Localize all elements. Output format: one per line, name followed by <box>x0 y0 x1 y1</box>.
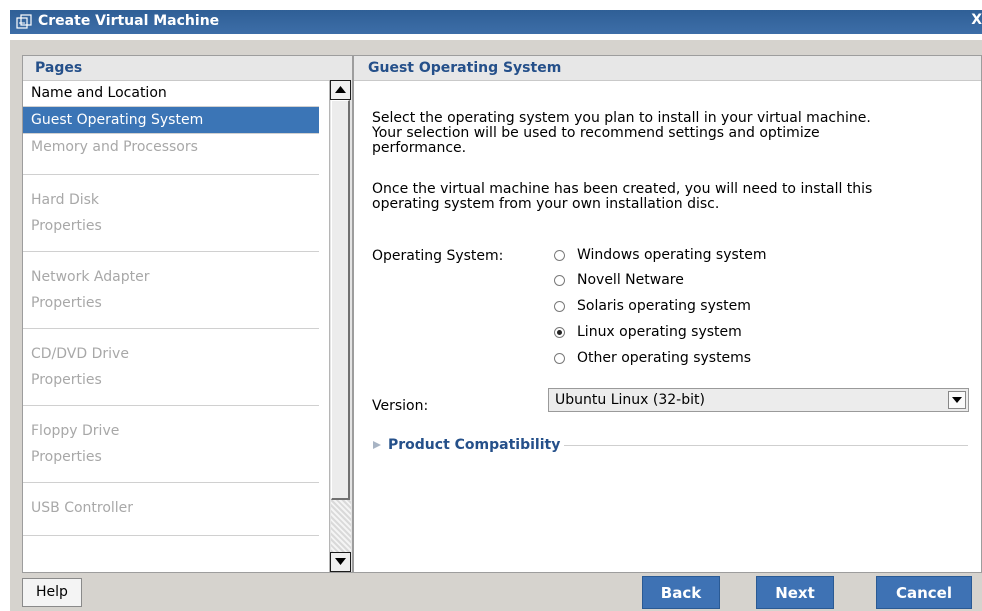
page-item-cd-dvd-drive: CD/DVD Drive Properties <box>23 329 319 406</box>
page-item-usb-controller: USB Controller <box>23 483 319 536</box>
product-compatibility-toggle[interactable]: Product Compatibility <box>372 436 968 454</box>
next-button[interactable]: Next <box>756 576 834 609</box>
page-item-floppy-drive: Floppy Drive Properties <box>23 406 319 483</box>
os-option-label: Novell Netware <box>577 272 684 288</box>
radio-button[interactable] <box>554 274 565 286</box>
radio-button-selected[interactable] <box>554 326 565 338</box>
title-bar: Create Virtual Machine X <box>0 0 982 40</box>
help-button[interactable]: Help <box>22 578 82 607</box>
divider <box>564 444 968 446</box>
page-item-label: Hard Disk <box>31 192 100 208</box>
cancel-button[interactable]: Cancel <box>876 576 972 609</box>
page-item-label: USB Controller <box>31 500 134 516</box>
version-select[interactable]: Ubuntu Linux (32-bit) <box>548 388 969 412</box>
page-item-hard-disk: Hard Disk Properties <box>23 175 319 252</box>
os-option-label: Solaris operating system <box>577 298 751 314</box>
chevron-up-icon <box>335 86 346 93</box>
page-item-label: Memory and Processors <box>31 139 198 155</box>
expand-arrow-icon <box>373 441 381 449</box>
radio-button[interactable] <box>554 249 565 261</box>
os-option-netware[interactable]: Novell Netware <box>554 270 684 290</box>
page-item-label: Name and Location <box>31 85 167 101</box>
page-item-memory-processors: Memory and Processors <box>23 134 319 175</box>
version-label: Version: <box>372 398 429 414</box>
title-bar-strip: Create Virtual Machine X <box>10 10 982 34</box>
os-option-linux[interactable]: Linux operating system <box>554 322 742 342</box>
guest-os-panel: Guest Operating System Select the operat… <box>353 55 982 573</box>
os-option-label: Windows operating system <box>577 247 767 263</box>
dropdown-button[interactable] <box>948 391 966 409</box>
version-value: Ubuntu Linux (32-bit) <box>555 392 705 408</box>
window-title: Create Virtual Machine <box>38 13 220 29</box>
scroll-up-button[interactable] <box>330 80 351 100</box>
back-button[interactable]: Back <box>642 576 720 609</box>
radio-button[interactable] <box>554 352 565 364</box>
page-item-guest-os[interactable]: Guest Operating System <box>23 107 319 134</box>
page-item-label: Network Adapter <box>31 269 150 285</box>
panel-header: Guest Operating System <box>354 56 981 81</box>
page-item-sublabel: Properties <box>31 372 102 388</box>
os-option-label: Other operating systems <box>577 350 752 366</box>
page-item-network-adapter: Network Adapter Properties <box>23 252 319 329</box>
scroll-track[interactable] <box>331 500 351 552</box>
close-button[interactable]: X <box>971 12 982 28</box>
page-item-label: Floppy Drive <box>31 423 120 439</box>
radio-button[interactable] <box>554 300 565 312</box>
dialog-body: Pages Name and Location Guest Operating … <box>10 40 982 611</box>
page-item-label: Guest Operating System <box>31 112 204 128</box>
note-line: operating system from your own installat… <box>372 196 720 212</box>
os-label: Operating System: <box>372 248 504 264</box>
page-item-sublabel: Properties <box>31 218 102 234</box>
os-option-windows[interactable]: Windows operating system <box>554 245 767 265</box>
chevron-down-icon <box>952 397 962 403</box>
os-option-other[interactable]: Other operating systems <box>554 348 751 368</box>
note-line: Once the virtual machine has been create… <box>372 181 873 197</box>
page-item-sublabel: Properties <box>31 449 102 465</box>
product-compatibility-label: Product Compatibility <box>388 437 561 453</box>
pages-scrollbar[interactable] <box>329 80 352 572</box>
page-item-sublabel: Properties <box>31 295 102 311</box>
intro-line: Select the operating system you plan to … <box>372 110 871 126</box>
intro-line: Your selection will be used to recommend… <box>372 125 820 141</box>
page-item-label: CD/DVD Drive <box>31 346 129 362</box>
pages-panel: Pages Name and Location Guest Operating … <box>22 55 353 573</box>
pages-list: Name and Location Guest Operating System… <box>23 80 319 572</box>
os-option-solaris[interactable]: Solaris operating system <box>554 296 751 316</box>
intro-text: Select the operating system you plan to … <box>372 111 972 156</box>
intro-line: performance. <box>372 140 467 156</box>
pages-header: Pages <box>23 56 352 81</box>
os-option-label: Linux operating system <box>577 324 742 340</box>
chevron-down-icon <box>335 558 346 565</box>
scroll-thumb[interactable] <box>331 100 350 500</box>
scroll-down-button[interactable] <box>330 552 351 572</box>
install-note: Once the virtual machine has been create… <box>372 182 972 212</box>
page-item-name-location[interactable]: Name and Location <box>23 80 319 107</box>
vm-window-icon <box>16 14 32 29</box>
